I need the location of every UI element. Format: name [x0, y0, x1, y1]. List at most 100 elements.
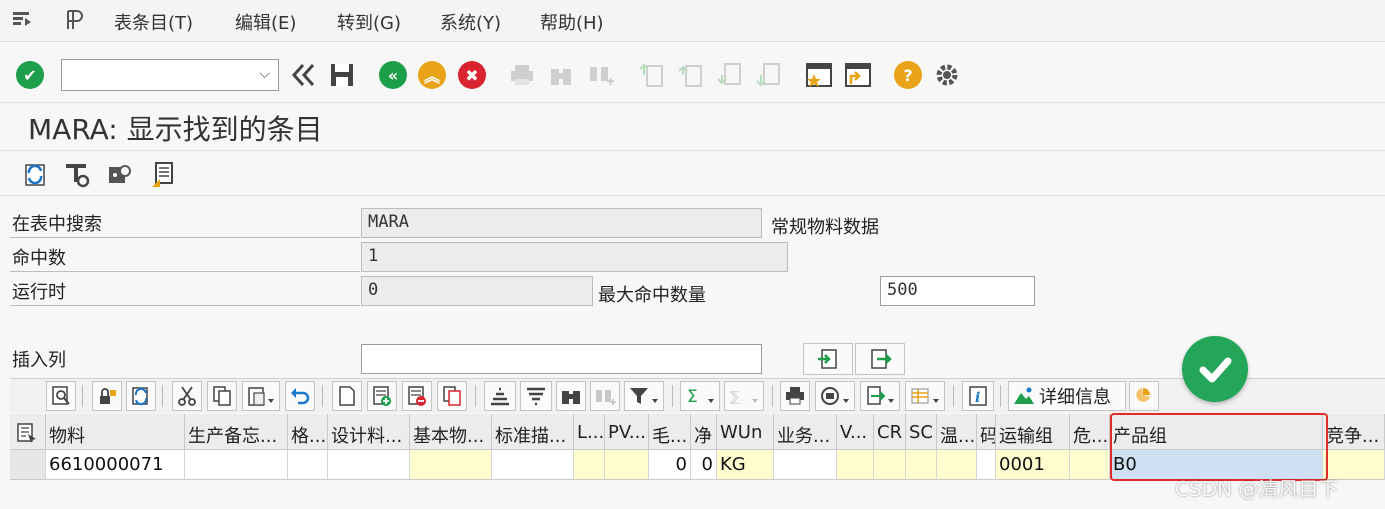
create-session-icon[interactable]	[804, 60, 834, 90]
col-header-standard-desc[interactable]: 标准描...	[492, 414, 574, 450]
grid-toolbar: Σ ⅀ i 详细信息	[10, 378, 1385, 413]
row-selector[interactable]	[10, 450, 46, 480]
col-header-design-material[interactable]: 设计料...	[328, 414, 410, 450]
export-column-button[interactable]	[855, 343, 905, 375]
max-hits-input[interactable]: 500	[880, 276, 1035, 306]
cell-v[interactable]	[837, 450, 874, 480]
sort-descending-icon[interactable]	[520, 381, 552, 411]
col-header-transport-group[interactable]: 运输组	[996, 414, 1070, 450]
details-label: 详细信息	[1039, 387, 1111, 408]
new-row-icon[interactable]	[332, 381, 362, 411]
chevron-down-icon[interactable]: ⌵	[259, 66, 270, 82]
cell-weight-unit[interactable]: KG	[717, 450, 774, 480]
settings-tool-icon[interactable]	[62, 159, 92, 189]
paste-icon[interactable]	[242, 381, 280, 411]
undo-icon[interactable]	[285, 381, 315, 411]
cell-temperature[interactable]	[937, 450, 977, 480]
save-icon[interactable]	[327, 60, 357, 90]
enter-check-icon[interactable]: ✔	[15, 60, 45, 90]
col-header-format[interactable]: 格...	[288, 414, 328, 450]
menu-edit[interactable]: 编辑(E)	[235, 9, 296, 35]
cell-l[interactable]	[574, 450, 605, 480]
exit-icon[interactable]: ︽	[417, 60, 447, 90]
delete-row-icon[interactable]	[402, 381, 432, 411]
insert-row-icon[interactable]	[367, 381, 397, 411]
col-header-basic-material[interactable]: 基本物...	[410, 414, 492, 450]
col-header-weight-unit[interactable]: WUn	[717, 414, 774, 450]
shortcut-icon[interactable]	[843, 60, 873, 90]
graphic-icon[interactable]	[1129, 381, 1159, 411]
menu-help[interactable]: 帮助(H)	[540, 9, 604, 35]
subtotal-icon: ⅀	[724, 381, 764, 411]
filter-icon[interactable]	[624, 381, 664, 411]
menu-goto[interactable]: 转到(G)	[337, 9, 401, 35]
info-icon[interactable]: i	[962, 381, 994, 411]
col-header-temperature[interactable]: 温...	[937, 414, 977, 450]
col-header-business[interactable]: 业务...	[774, 414, 837, 450]
lock-change-icon[interactable]	[92, 381, 122, 411]
cell-gross-weight[interactable]: 0	[649, 450, 691, 480]
insert-column-icon	[818, 349, 837, 369]
export-icon[interactable]	[860, 381, 900, 411]
cell-production-memo[interactable]	[185, 450, 288, 480]
col-header-gross-weight[interactable]: 毛...	[649, 414, 691, 450]
sum-icon[interactable]: Σ	[680, 381, 720, 411]
copy-row-icon[interactable]	[437, 381, 467, 411]
insert-column-button[interactable]	[803, 343, 853, 375]
col-header-cr[interactable]: CR	[874, 414, 906, 450]
col-header-production-memo[interactable]: 生产备忘...	[185, 414, 288, 450]
refresh-icon[interactable]	[20, 159, 50, 189]
cell-material[interactable]: 6610000071	[46, 450, 185, 480]
cell-cr[interactable]	[874, 450, 906, 480]
sort-ascending-icon[interactable]	[484, 381, 516, 411]
col-header-competitor[interactable]: 竞争...	[1323, 414, 1385, 450]
rewind-icon[interactable]	[288, 60, 318, 90]
grid-refresh-icon[interactable]	[126, 381, 156, 411]
col-header-l[interactable]: L...	[574, 414, 605, 450]
cancel-icon[interactable]: ✖	[457, 60, 487, 90]
col-header-material[interactable]: 物料	[46, 414, 185, 450]
menu-bar: 表条目(T) 编辑(E) 转到(G) 系统(Y) 帮助(H)	[0, 0, 1385, 42]
document-list-icon[interactable]	[148, 159, 178, 189]
grid-find-icon[interactable]	[556, 381, 586, 411]
menu-system[interactable]: 系统(Y)	[440, 9, 501, 35]
cell-code[interactable]	[977, 450, 996, 480]
layout-icon[interactable]	[905, 381, 945, 411]
cell-design-material[interactable]	[328, 450, 410, 480]
copy-icon[interactable]	[207, 381, 237, 411]
cell-basic-material[interactable]	[410, 450, 492, 480]
cut-icon[interactable]	[172, 381, 202, 411]
cell-format[interactable]	[288, 450, 328, 480]
menu-table-entry[interactable]: 表条目(T)	[114, 9, 193, 35]
col-header-hazard[interactable]: 危...	[1070, 414, 1110, 450]
details-button[interactable]: 详细信息	[1008, 381, 1126, 411]
cell-transport-group[interactable]: 0001	[996, 450, 1070, 480]
col-header-code[interactable]: 码	[977, 414, 996, 450]
svg-text:⅀: ⅀	[730, 390, 741, 405]
help-icon[interactable]: ?	[893, 60, 923, 90]
col-header-pv[interactable]: PV...	[605, 414, 649, 450]
cell-sc[interactable]	[906, 450, 937, 480]
watermark: CSDN @清风目下	[1175, 477, 1339, 501]
settings-gear-icon[interactable]	[932, 60, 962, 90]
grid-print-icon[interactable]	[780, 381, 810, 411]
zoom-detail-icon[interactable]	[46, 381, 76, 411]
puzzle-icon[interactable]	[105, 159, 135, 189]
cell-hazard[interactable]	[1070, 450, 1110, 480]
col-header-sc[interactable]: SC	[906, 414, 937, 450]
command-field[interactable]: ⌵	[61, 59, 279, 91]
menu-toggle-icon[interactable]	[10, 8, 34, 32]
insert-column-input[interactable]	[361, 344, 762, 374]
back-icon[interactable]: «	[378, 60, 408, 90]
cell-business[interactable]	[774, 450, 837, 480]
cell-pv[interactable]	[605, 450, 649, 480]
select-all-icon[interactable]	[10, 414, 46, 450]
sap-logo-icon[interactable]	[64, 8, 88, 32]
col-header-net-weight[interactable]: 净	[691, 414, 717, 450]
success-check-icon	[1182, 336, 1248, 402]
view-icon[interactable]	[815, 381, 855, 411]
cell-standard-desc[interactable]	[492, 450, 574, 480]
cell-net-weight[interactable]: 0	[691, 450, 717, 480]
mountain-image-icon	[1014, 387, 1034, 404]
col-header-v[interactable]: V...	[837, 414, 874, 450]
